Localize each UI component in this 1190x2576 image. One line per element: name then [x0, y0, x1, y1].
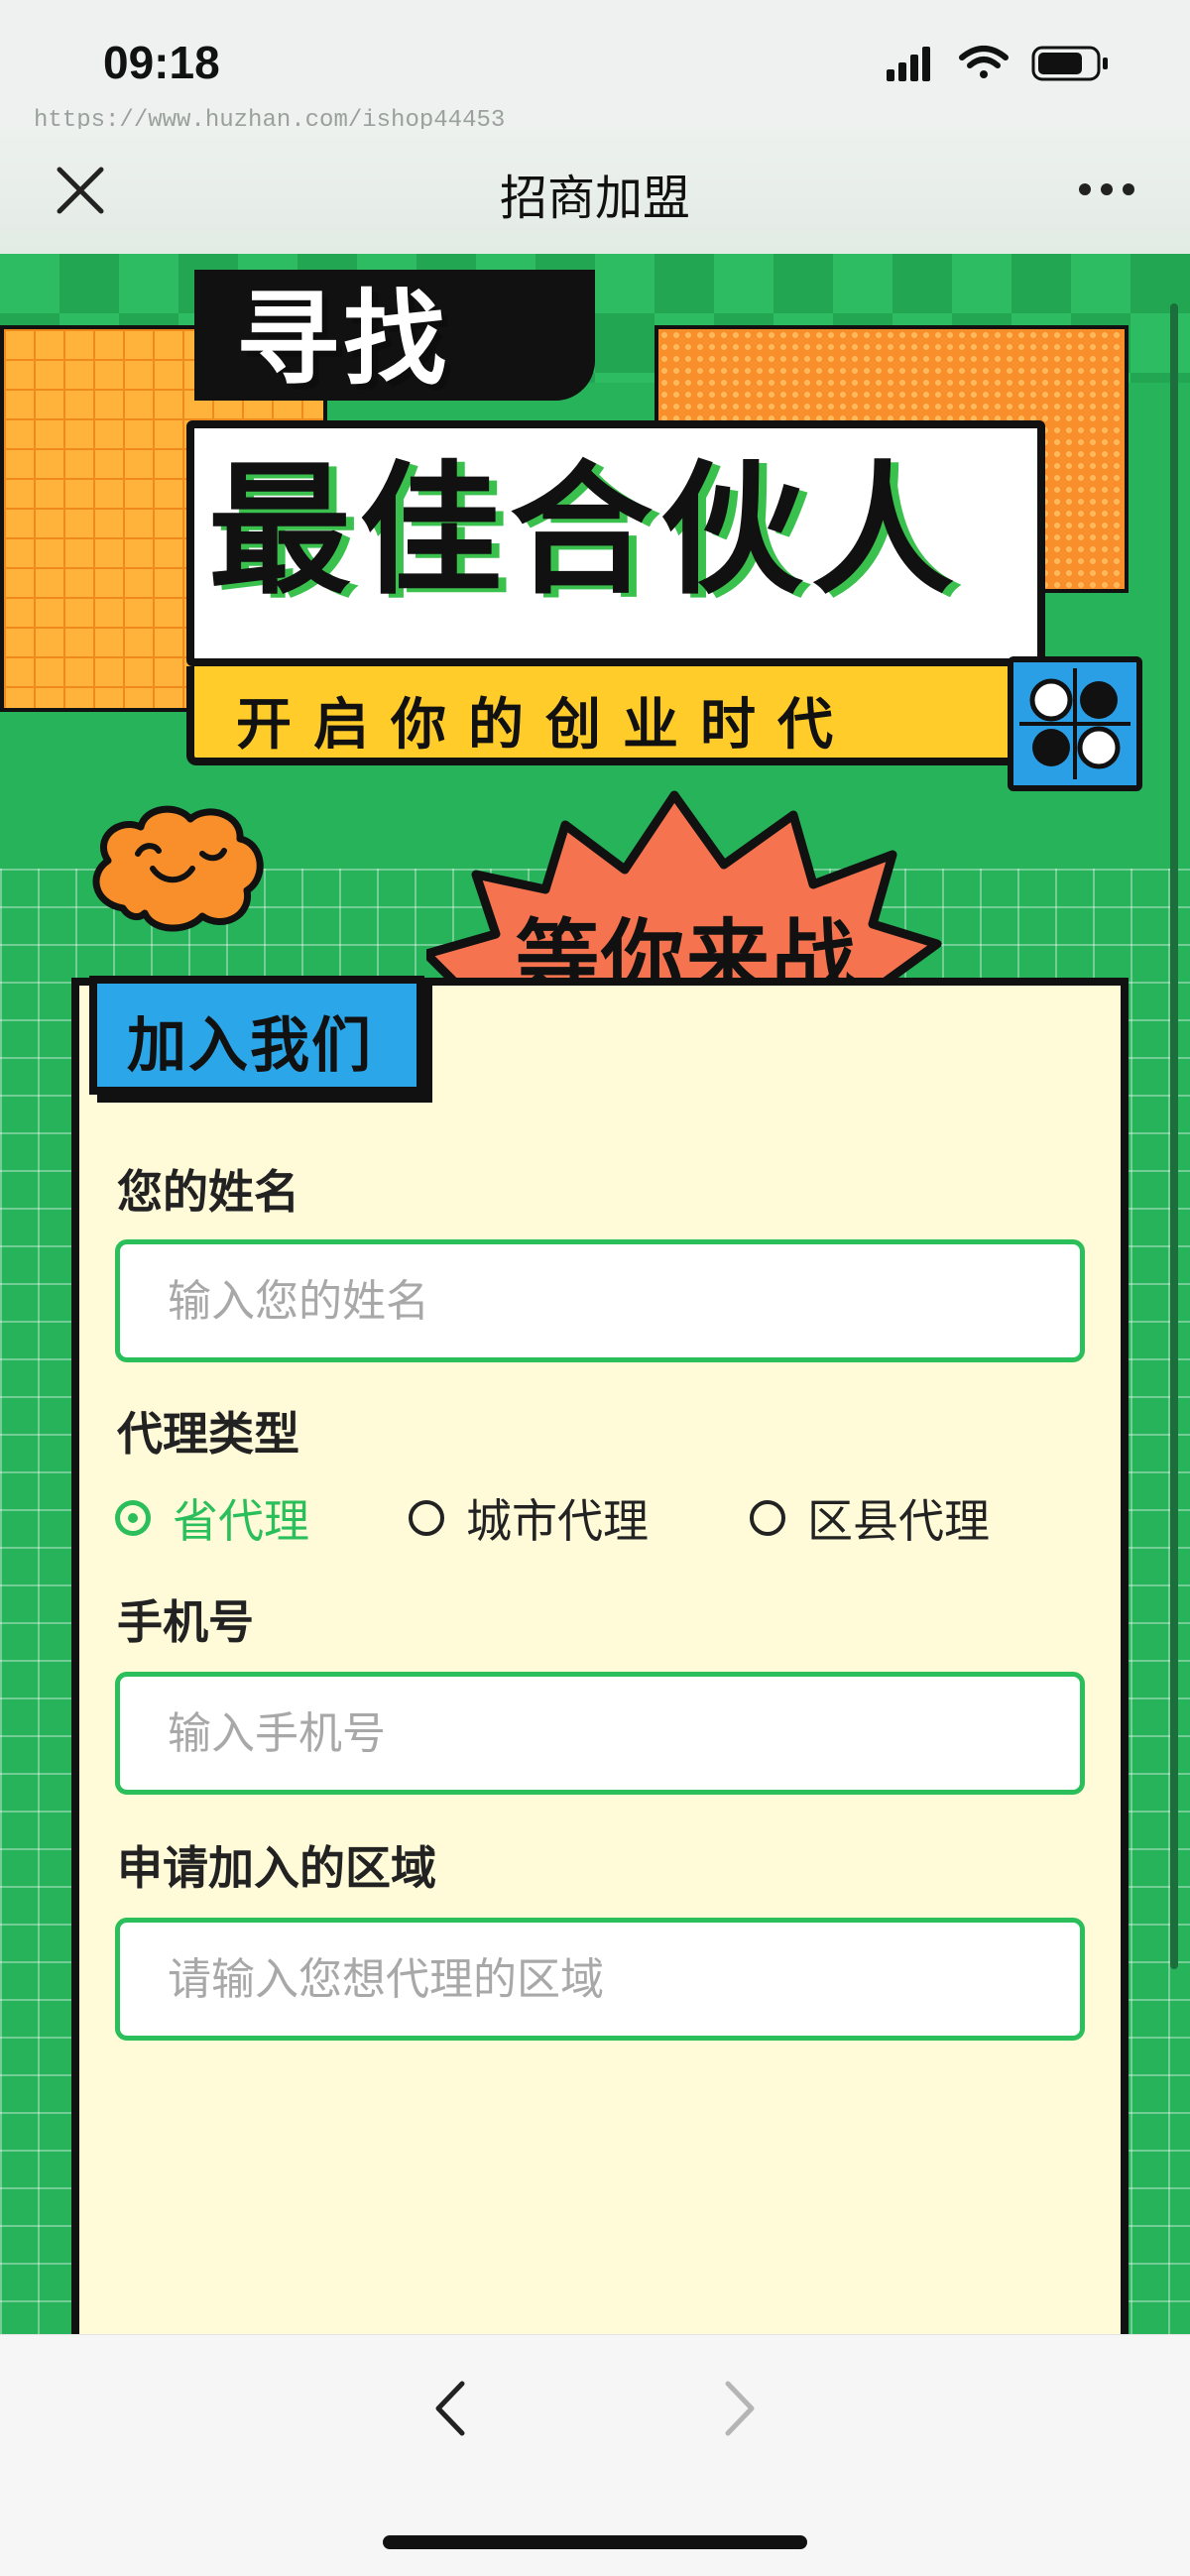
page-title: 招商加盟 [499, 171, 690, 226]
wifi-icon [959, 46, 1009, 78]
status-bar: 09:18 https://www.huzhan.com/ishop44453 [0, 0, 1190, 134]
chevron-right-icon[interactable] [712, 2378, 766, 2439]
go-board-icon [1008, 656, 1142, 791]
radio-option-city[interactable]: 城市代理 [409, 1483, 649, 1553]
agent-type-label: 代理类型 [117, 1407, 299, 1461]
name-input[interactable] [115, 1239, 1085, 1362]
status-time: 09:18 [103, 37, 220, 88]
radio-selected-icon [115, 1500, 151, 1536]
more-icon[interactable] [1077, 178, 1136, 200]
scrollbar[interactable] [1170, 303, 1178, 1969]
radio-unselected-icon [409, 1500, 444, 1536]
signal-icon [887, 47, 930, 81]
radio-unselected-icon [750, 1500, 785, 1536]
region-input[interactable] [115, 1918, 1085, 2041]
region-label: 申请加入的区域 [117, 1841, 436, 1895]
radio-label: 省代理 [173, 1494, 309, 1548]
join-tag-label: 加入我们 [127, 1011, 373, 1081]
radio-label: 城市代理 [466, 1494, 649, 1548]
status-icons [887, 46, 1108, 81]
brain-icon [92, 805, 264, 932]
phone-input[interactable] [115, 1672, 1085, 1795]
battery-icon [1031, 46, 1108, 81]
radio-option-province[interactable]: 省代理 [115, 1483, 309, 1553]
home-indicator[interactable] [383, 2535, 807, 2549]
radio-label: 区县代理 [807, 1494, 990, 1548]
phone-label: 手机号 [117, 1595, 254, 1649]
name-label: 您的姓名 [117, 1165, 299, 1219]
banner-title-main: 最佳合伙人 [208, 447, 963, 614]
banner-title-top: 寻找 [236, 279, 451, 400]
banner-subtitle: 开启你的创业时代 [236, 693, 855, 758]
agent-type-radio-group: 省代理 城市代理 区县代理 [115, 1483, 1107, 1553]
radio-option-county[interactable]: 区县代理 [750, 1483, 990, 1553]
chevron-left-icon[interactable] [424, 2378, 478, 2439]
